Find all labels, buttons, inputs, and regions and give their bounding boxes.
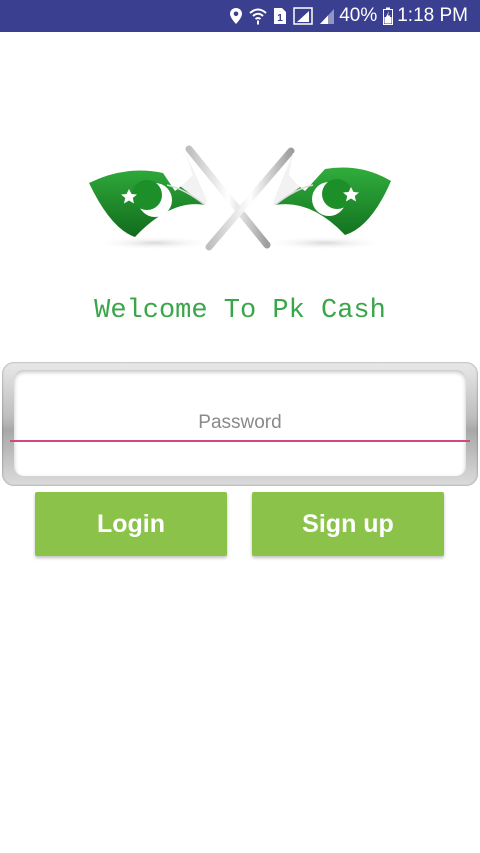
sim-slot-number: 1 [277,13,283,24]
battery-icon [383,7,394,25]
signal-icon [293,7,313,25]
wifi-icon [249,7,267,25]
signal-icon [319,7,335,25]
status-bar: 1 40% 1:18 PM [0,0,480,32]
password-input[interactable] [10,406,470,442]
sim-icon: 1 [273,7,287,25]
battery-percent: 40% [339,5,378,26]
welcome-title: Welcome To Pk Cash [94,296,386,326]
sign-up-button[interactable]: Sign up [252,492,444,556]
location-icon [229,7,243,25]
status-time: 1:18 PM [397,5,468,26]
crossed-flags-logo [85,145,395,260]
login-button[interactable]: Login [35,492,227,556]
